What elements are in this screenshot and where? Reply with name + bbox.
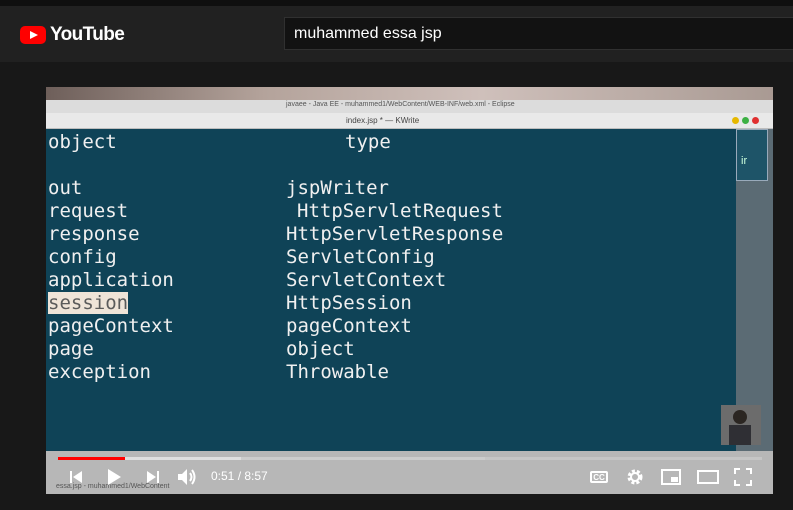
object-type: HttpSession bbox=[286, 292, 412, 314]
theater-mode-icon bbox=[697, 470, 719, 484]
top-strip bbox=[0, 0, 793, 6]
eclipse-title-bar: javaee - Java EE - muhammed1/WebContent/… bbox=[46, 100, 773, 113]
minimap-text: ir bbox=[741, 155, 748, 167]
selected-object-name[interactable]: session bbox=[48, 292, 129, 314]
maximize-dot-icon bbox=[742, 117, 749, 124]
window-controls bbox=[732, 117, 759, 124]
gear-icon bbox=[627, 469, 643, 485]
logo-text: YouTube bbox=[50, 24, 125, 45]
object-name: application bbox=[48, 269, 174, 291]
video-top-strip bbox=[46, 87, 773, 101]
search-query: muhammed essa jsp bbox=[294, 25, 442, 42]
volume-icon bbox=[178, 469, 196, 485]
presenter-head bbox=[733, 410, 747, 424]
presenter-body bbox=[729, 425, 751, 445]
youtube-logo[interactable]: YouTube bbox=[20, 24, 125, 46]
object-type: ServletContext bbox=[286, 269, 447, 291]
object-name: page bbox=[48, 338, 94, 360]
object-type: jspWriter bbox=[286, 177, 389, 199]
object-type: HttpServletRequest bbox=[297, 200, 503, 222]
object-type: ServletConfig bbox=[286, 246, 435, 268]
settings-button[interactable] bbox=[625, 466, 645, 488]
object-name: pageContext bbox=[48, 315, 174, 337]
progress-played bbox=[58, 457, 125, 460]
masthead: YouTube muhammed essa jsp bbox=[0, 0, 793, 62]
object-type: object bbox=[286, 338, 355, 360]
progress-hover-region bbox=[241, 457, 485, 460]
kwrite-window-title: index.jsp * — KWrite bbox=[346, 116, 420, 125]
object-name: out bbox=[48, 177, 83, 199]
object-type: Throwable bbox=[286, 361, 389, 383]
next-icon bbox=[147, 471, 159, 483]
search-input[interactable]: muhammed essa jsp bbox=[284, 17, 793, 50]
presenter-webcam bbox=[721, 405, 761, 445]
fullscreen-icon bbox=[734, 468, 752, 486]
object-type: pageContext bbox=[286, 315, 412, 337]
header-object: object bbox=[48, 131, 117, 153]
previous-button[interactable] bbox=[66, 466, 86, 488]
text-editor: object type out jspWriter request HttpSe… bbox=[46, 129, 736, 451]
play-icon bbox=[108, 469, 121, 485]
object-name: config bbox=[48, 246, 117, 268]
play-logo-icon bbox=[20, 26, 46, 44]
play-button[interactable] bbox=[104, 466, 124, 488]
editor-minimap[interactable]: ir bbox=[736, 129, 773, 451]
video-player[interactable]: javaee - Java EE - muhammed1/WebContent/… bbox=[46, 87, 773, 494]
miniplayer-icon bbox=[661, 469, 681, 485]
minimize-dot-icon bbox=[732, 117, 739, 124]
header-type: type bbox=[345, 131, 391, 153]
object-type: HttpServletResponse bbox=[286, 223, 504, 245]
minimap-viewport: ir bbox=[736, 129, 768, 181]
miniplayer-button[interactable] bbox=[660, 466, 682, 488]
object-name: response bbox=[48, 223, 140, 245]
time-display: 0:51 / 8:57 bbox=[211, 469, 268, 483]
volume-button[interactable] bbox=[176, 466, 198, 488]
object-name: request bbox=[48, 200, 129, 222]
kwrite-title-bar: index.jsp * — KWrite bbox=[46, 113, 773, 129]
captions-button[interactable]: CC bbox=[588, 466, 610, 488]
close-dot-icon bbox=[752, 117, 759, 124]
captions-icon: CC bbox=[590, 471, 608, 483]
object-name: exception bbox=[48, 361, 151, 383]
previous-icon bbox=[70, 471, 82, 483]
next-button[interactable] bbox=[143, 466, 163, 488]
fullscreen-button[interactable] bbox=[733, 466, 753, 488]
eclipse-window-title: javaee - Java EE - muhammed1/WebContent/… bbox=[286, 101, 515, 108]
theater-mode-button[interactable] bbox=[696, 466, 720, 488]
